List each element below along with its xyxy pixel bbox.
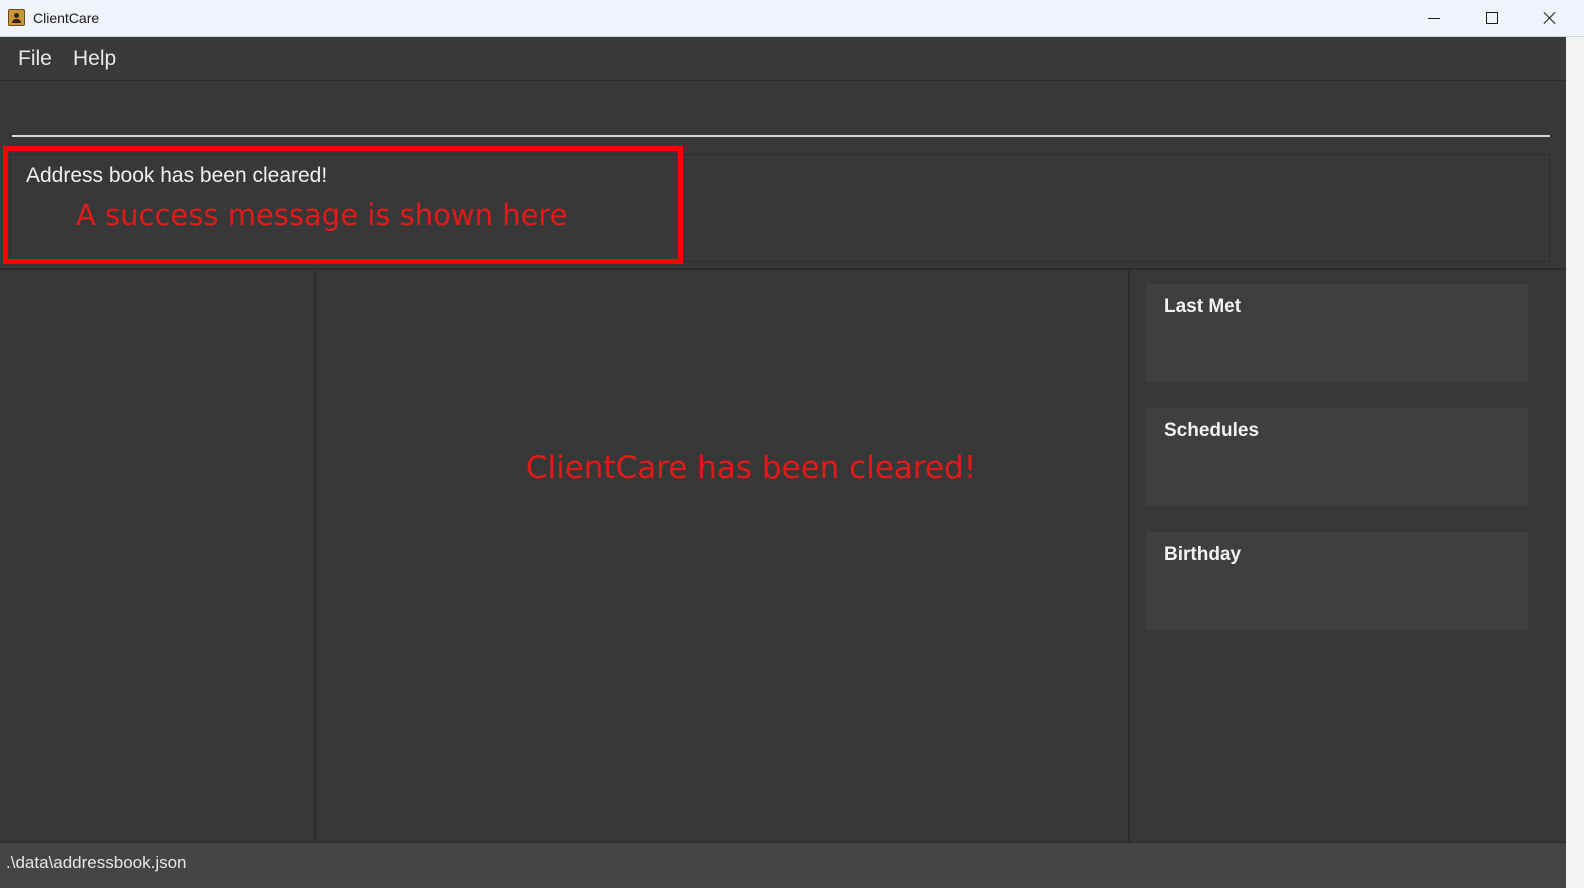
last-met-title: Last Met	[1164, 296, 1242, 317]
command-input[interactable]	[12, 91, 1550, 137]
birthday-title: Birthday	[1164, 544, 1242, 565]
annotation-center-note: ClientCare has been cleared!	[525, 450, 977, 486]
window-edge	[1566, 37, 1584, 888]
birthday-card: Birthday	[1146, 532, 1528, 630]
maximize-button[interactable]	[1463, 0, 1521, 36]
schedules-title: Schedules	[1164, 420, 1260, 441]
menu-bar: File Help	[0, 37, 1566, 81]
command-box	[0, 81, 1566, 145]
last-met-card: Last Met	[1146, 284, 1528, 382]
app-window: ClientCare File Help Address book has be…	[0, 0, 1584, 888]
annotation-success-note: A success message is shown here	[76, 198, 568, 232]
status-file-path: .\data\addressbook.json	[6, 853, 187, 872]
address-book-icon	[8, 9, 25, 26]
title-bar: ClientCare	[0, 0, 1584, 37]
reminder-panel: Last Met Schedules Birthday	[1132, 270, 1566, 842]
person-detail-panel: ClientCare has been cleared!	[318, 270, 1130, 842]
menu-file[interactable]: File	[18, 47, 52, 71]
minimize-button[interactable]	[1405, 0, 1463, 36]
minimize-icon	[1428, 17, 1440, 19]
person-list-panel[interactable]	[0, 270, 316, 842]
schedules-card: Schedules	[1146, 408, 1528, 506]
close-icon	[1543, 11, 1557, 25]
close-button[interactable]	[1521, 0, 1579, 36]
window-title: ClientCare	[33, 10, 100, 26]
menu-help[interactable]: Help	[73, 47, 116, 71]
status-bar: .\data\addressbook.json	[0, 842, 1566, 888]
maximize-icon	[1486, 12, 1498, 24]
